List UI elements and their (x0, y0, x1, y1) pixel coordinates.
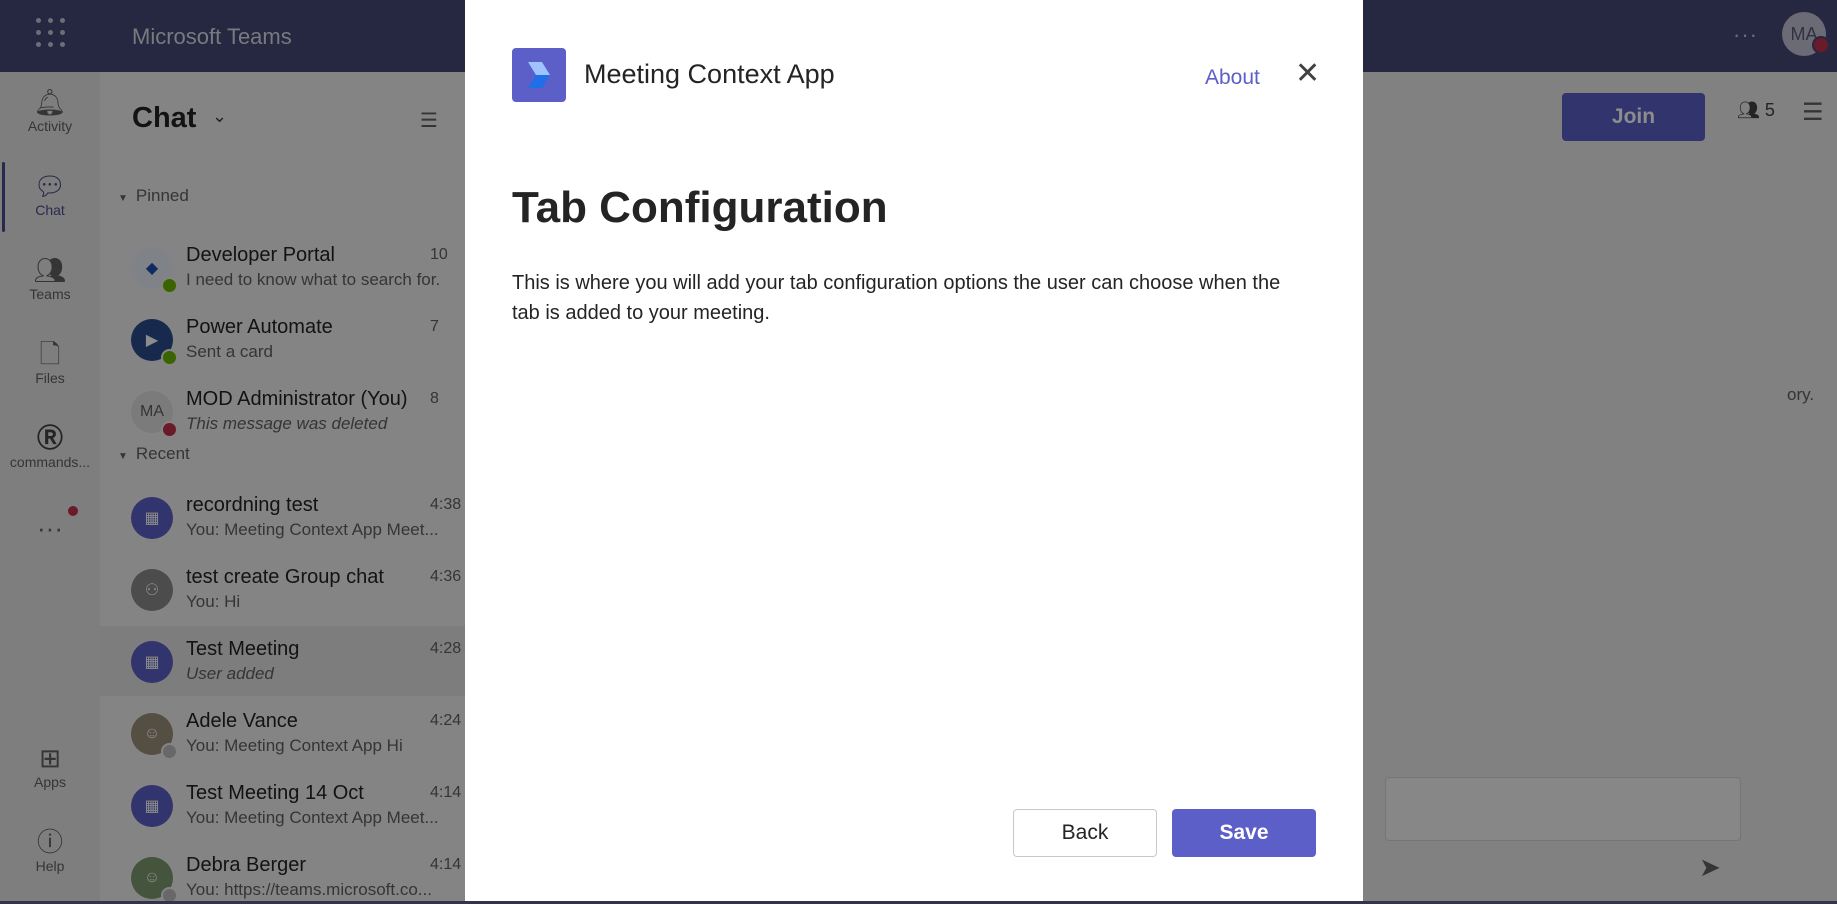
close-icon[interactable]: ✕ (1295, 59, 1320, 89)
app-logo-icon (512, 48, 566, 102)
save-button[interactable]: Save (1172, 809, 1316, 857)
dialog-heading: Tab Configuration (512, 183, 888, 232)
dialog-app-name: Meeting Context App (584, 59, 835, 89)
dialog-body-text: This is where you will add your tab conf… (512, 272, 1281, 324)
tab-configuration-dialog: Meeting Context App About ✕ Tab Configur… (465, 0, 1363, 902)
back-button[interactable]: Back (1013, 809, 1157, 857)
about-link[interactable]: About (1205, 66, 1260, 90)
